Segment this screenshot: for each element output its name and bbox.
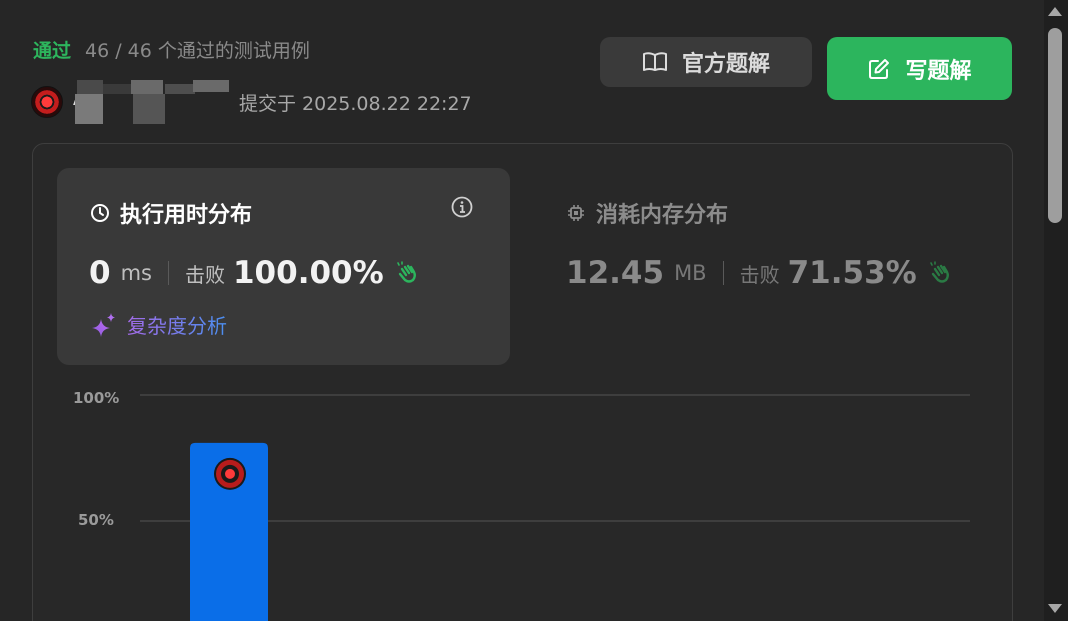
- y-tick-label: 50%: [78, 511, 114, 529]
- scroll-up-arrow[interactable]: [1048, 7, 1062, 16]
- y-tick-label: 100%: [73, 389, 120, 407]
- scrollbar[interactable]: [1044, 0, 1068, 621]
- scrollbar-thumb[interactable]: [1048, 28, 1062, 223]
- scroll-down-arrow[interactable]: [1048, 604, 1062, 613]
- user-avatar-marker: [214, 457, 246, 490]
- runtime-distribution-chart: [140, 394, 970, 621]
